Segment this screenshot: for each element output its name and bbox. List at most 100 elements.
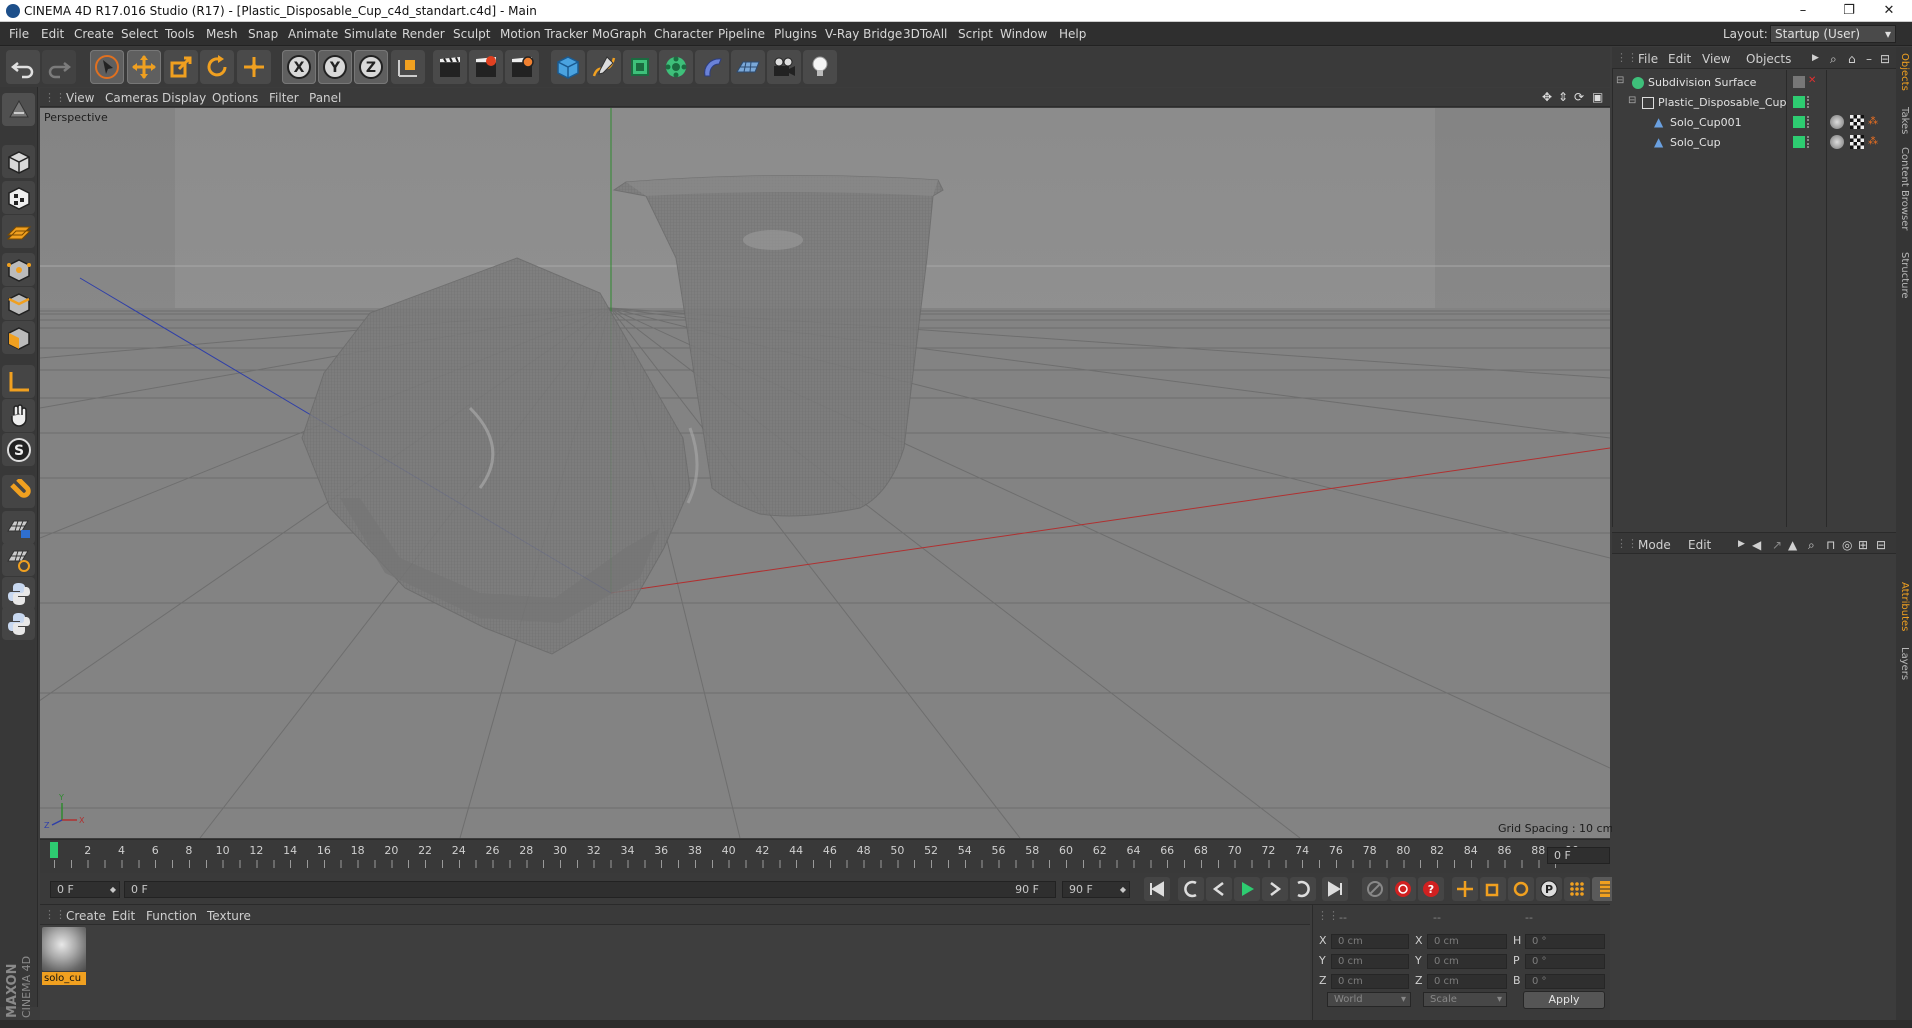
- menu-plugins[interactable]: Plugins: [774, 27, 817, 41]
- visibility-dot-icon[interactable]: [1793, 136, 1805, 148]
- collapse-toggle-icon[interactable]: ⊟: [1616, 75, 1624, 86]
- minimize-button[interactable]: –: [1780, 0, 1826, 22]
- menu-mograph[interactable]: MoGraph: [592, 27, 647, 41]
- disable-icon[interactable]: ✕: [1808, 75, 1816, 86]
- goto-end-button[interactable]: [1322, 877, 1348, 901]
- target-icon[interactable]: ◎: [1842, 538, 1852, 552]
- deformer-button[interactable]: [695, 50, 729, 84]
- pos-z-field[interactable]: 0 cm: [1331, 974, 1409, 989]
- attribute-menu-edit[interactable]: Edit: [1688, 538, 1711, 552]
- up-arrow-icon[interactable]: ▲: [1788, 538, 1797, 552]
- render-dots-icon[interactable]: [1807, 116, 1812, 128]
- viewport-menu-view[interactable]: View: [66, 91, 94, 105]
- material-menu-function[interactable]: Function: [146, 909, 197, 923]
- keyframe-selection-button[interactable]: ?: [1418, 877, 1444, 901]
- menu-window[interactable]: Window: [1000, 27, 1047, 41]
- scale-key-button[interactable]: [1480, 877, 1506, 901]
- light-button[interactable]: [803, 50, 837, 84]
- menu-motion-tracker[interactable]: Motion Tracker: [500, 27, 588, 41]
- phong-tag-icon[interactable]: ⁂: [1868, 116, 1878, 127]
- workplane-mode-button[interactable]: [2, 215, 35, 248]
- chevron-right-icon[interactable]: ▶: [1738, 539, 1745, 549]
- make-editable-button[interactable]: [2, 93, 35, 126]
- material-menu-edit[interactable]: Edit: [112, 909, 135, 923]
- next-frame-button[interactable]: [1262, 877, 1288, 901]
- object-menu-view[interactable]: View: [1702, 52, 1730, 66]
- tab-attributes[interactable]: Attributes: [1898, 582, 1910, 631]
- menu-create[interactable]: Create: [74, 27, 114, 41]
- redo-button[interactable]: [42, 50, 76, 84]
- object-menu-file[interactable]: File: [1638, 52, 1658, 66]
- timeline-ruler[interactable]: 0246810121416182022242628303234363840424…: [40, 839, 1610, 873]
- size-x-field[interactable]: 0 cm: [1427, 934, 1507, 949]
- menu-help[interactable]: Help: [1059, 27, 1086, 41]
- preview-range-slider[interactable]: 0 F 90 F: [124, 881, 1056, 898]
- model-mode-button[interactable]: [2, 145, 35, 178]
- viewport-maximize-icon[interactable]: ▣: [1592, 90, 1603, 104]
- rot-p-field[interactable]: 0 °: [1525, 954, 1605, 969]
- forward-arrow-icon[interactable]: ↗: [1772, 538, 1782, 552]
- collapse-toggle-icon[interactable]: ⊟: [1628, 95, 1636, 106]
- object-row-solo-cup[interactable]: ▲ Solo_Cup: [1612, 133, 1787, 152]
- coordinate-mode-select[interactable]: World ▾: [1327, 992, 1411, 1007]
- menu-file[interactable]: File: [9, 27, 29, 41]
- home-icon[interactable]: ⌂: [1848, 52, 1856, 66]
- menu-sculpt[interactable]: Sculpt: [453, 27, 490, 41]
- y-axis-lock-button[interactable]: Y: [318, 50, 352, 84]
- panel-menu-icon[interactable]: ⊟: [1876, 538, 1886, 552]
- menu-3dtoall[interactable]: 3DToAll: [903, 27, 947, 41]
- lock-icon[interactable]: ⊓: [1826, 538, 1835, 552]
- viewport-rotate-icon[interactable]: ⟳: [1574, 90, 1584, 104]
- collapse-icon[interactable]: –: [1866, 52, 1872, 66]
- render-dots-icon[interactable]: [1807, 96, 1812, 108]
- object-row-solo-cup001[interactable]: ▲ Solo_Cup001: [1612, 113, 1787, 132]
- python-script-button-2[interactable]: [2, 607, 35, 640]
- material-menu-texture[interactable]: Texture: [207, 909, 251, 923]
- points-mode-button[interactable]: [2, 253, 35, 286]
- rotation-key-button[interactable]: [1508, 877, 1534, 901]
- z-axis-lock-button[interactable]: Z: [354, 50, 388, 84]
- pos-x-field[interactable]: 0 cm: [1331, 934, 1409, 949]
- menu-edit[interactable]: Edit: [41, 27, 64, 41]
- spline-pen-button[interactable]: [587, 50, 621, 84]
- menu-snap[interactable]: Snap: [248, 27, 278, 41]
- viewport-menu-cameras[interactable]: Cameras: [105, 91, 158, 105]
- material-tag-icon[interactable]: [1830, 135, 1844, 149]
- tab-layers[interactable]: Layers: [1898, 647, 1910, 680]
- move-button[interactable]: [127, 50, 161, 84]
- search-icon[interactable]: ⌕: [1830, 52, 1837, 67]
- current-frame-marker[interactable]: [50, 842, 58, 858]
- render-settings-button[interactable]: [505, 50, 539, 84]
- point-level-animation-button[interactable]: [1564, 877, 1590, 901]
- snap-button[interactable]: [2, 475, 35, 508]
- next-key-button[interactable]: [1290, 877, 1316, 901]
- position-key-button[interactable]: [1452, 877, 1478, 901]
- size-y-field[interactable]: 0 cm: [1427, 954, 1507, 969]
- pos-y-field[interactable]: 0 cm: [1331, 954, 1409, 969]
- render-picture-viewer-button[interactable]: [469, 50, 503, 84]
- attribute-menu-mode[interactable]: Mode: [1638, 538, 1671, 552]
- transform-button[interactable]: [237, 50, 271, 84]
- material-tag-icon[interactable]: [1830, 115, 1844, 129]
- menu-script[interactable]: Script: [958, 27, 993, 41]
- menu-animate[interactable]: Animate: [288, 27, 338, 41]
- visibility-dot-icon[interactable]: [1793, 116, 1805, 128]
- apply-button[interactable]: Apply: [1523, 991, 1605, 1009]
- snap-settings-button[interactable]: S: [2, 433, 35, 466]
- menu-tools[interactable]: Tools: [165, 27, 195, 41]
- viewport-zoom-icon[interactable]: ⇕: [1558, 90, 1568, 104]
- back-arrow-icon[interactable]: ◀: [1752, 538, 1761, 552]
- viewport-menu-panel[interactable]: Panel: [309, 91, 341, 105]
- viewport-menu-display[interactable]: Display: [162, 91, 206, 105]
- tab-takes[interactable]: Takes: [1898, 107, 1910, 134]
- phong-tag-icon[interactable]: ⁂: [1868, 136, 1878, 147]
- chevron-right-icon[interactable]: ▶: [1812, 53, 1819, 63]
- autokeying-button[interactable]: [1390, 877, 1416, 901]
- python-script-button-1[interactable]: [2, 577, 35, 610]
- render-view-button[interactable]: [433, 50, 467, 84]
- rot-b-field[interactable]: 0 °: [1525, 974, 1605, 989]
- cube-object-button[interactable]: [551, 50, 585, 84]
- prev-frame-button[interactable]: [1206, 877, 1232, 901]
- menu-vray-bridge[interactable]: V-Ray Bridge: [825, 27, 902, 41]
- menu-character[interactable]: Character: [654, 27, 713, 41]
